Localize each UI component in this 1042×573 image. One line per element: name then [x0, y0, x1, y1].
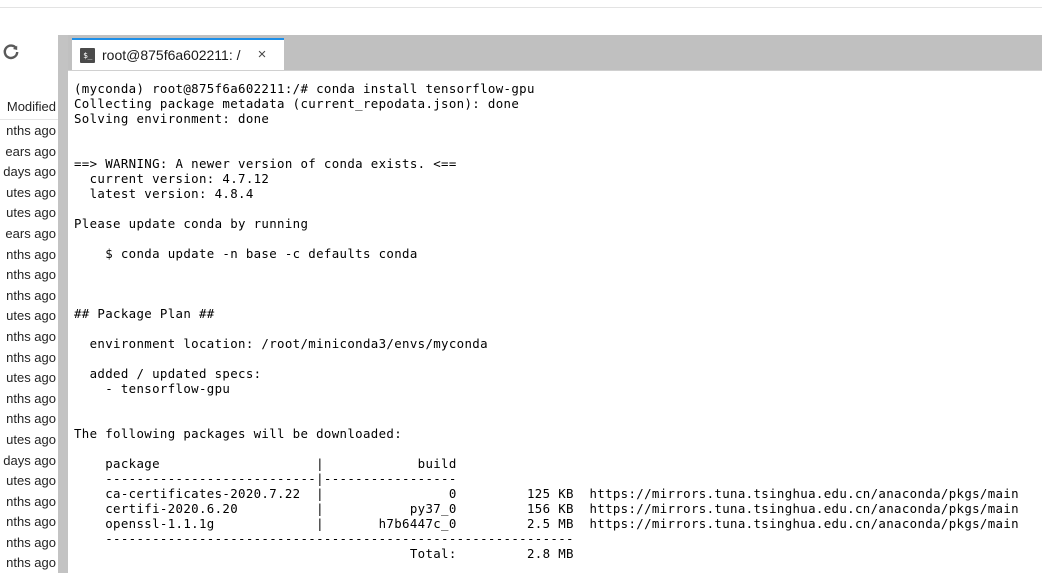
panel-scrollbar[interactable]: [58, 35, 68, 573]
file-list-item[interactable]: nths ago: [0, 288, 58, 309]
file-modified-time: nths ago: [6, 555, 56, 571]
file-modified-time: utes ago: [6, 473, 56, 489]
top-divider: [0, 7, 1042, 8]
file-modified-time: utes ago: [6, 308, 56, 324]
file-list-item[interactable]: nths ago: [0, 535, 58, 556]
file-list-header[interactable]: Modified: [0, 96, 58, 120]
column-header-modified[interactable]: Modified: [7, 99, 56, 114]
file-list-item[interactable]: utes ago: [0, 473, 58, 494]
file-list-item[interactable]: nths ago: [0, 391, 58, 412]
file-list-item[interactable]: nths ago: [0, 123, 58, 144]
file-list-item[interactable]: days ago: [0, 453, 58, 474]
file-list-item[interactable]: utes ago: [0, 205, 58, 226]
file-modified-time: nths ago: [6, 328, 56, 344]
file-list-item[interactable]: utes ago: [0, 185, 58, 206]
file-modified-time: nths ago: [6, 514, 56, 530]
file-list-item[interactable]: nths ago: [0, 494, 58, 515]
file-modified-time: nths ago: [6, 246, 56, 262]
file-list-item[interactable]: ears ago: [0, 226, 58, 247]
file-list-item[interactable]: days ago: [0, 164, 58, 185]
file-modified-time: days ago: [3, 164, 56, 180]
file-list-item[interactable]: ears ago: [0, 144, 58, 165]
file-modified-time: nths ago: [6, 390, 56, 406]
close-icon[interactable]: ×: [254, 47, 270, 63]
file-list-rows: nths ago ears ago days ago utes ago utes ago…: [0, 123, 58, 573]
file-list-item[interactable]: nths ago: [0, 350, 58, 371]
window-top-chrome: [0, 0, 1042, 35]
file-modified-time: nths ago: [6, 123, 56, 138]
file-modified-time: nths ago: [6, 534, 56, 550]
file-modified-time: nths ago: [6, 493, 56, 509]
file-list-item[interactable]: nths ago: [0, 555, 58, 573]
file-list-item[interactable]: utes ago: [0, 432, 58, 453]
file-modified-time: ears ago: [5, 225, 56, 241]
file-modified-time: nths ago: [6, 287, 56, 303]
file-list-item[interactable]: nths ago: [0, 247, 58, 268]
file-list-item[interactable]: utes ago: [0, 308, 58, 329]
terminal-tab-strip: $_ root@875f6a602211: / ×: [68, 35, 1042, 70]
file-modified-time: nths ago: [6, 267, 56, 283]
file-modified-time: nths ago: [6, 349, 56, 365]
file-list-item[interactable]: nths ago: [0, 329, 58, 350]
file-list-item[interactable]: nths ago: [0, 267, 58, 288]
terminal-output-area[interactable]: (myconda) root@875f6a602211:/# conda ins…: [68, 71, 1042, 573]
file-modified-time: utes ago: [6, 370, 56, 386]
terminal-window: $_ root@875f6a602211: / × (myconda) root…: [68, 35, 1042, 573]
file-modified-time: days ago: [3, 452, 56, 468]
file-modified-time: nths ago: [6, 411, 56, 427]
terminal-tab-active[interactable]: $_ root@875f6a602211: / ×: [72, 38, 284, 70]
terminal-output-text: (myconda) root@875f6a602211:/# conda ins…: [74, 81, 1019, 561]
file-modified-time: utes ago: [6, 184, 56, 200]
file-modified-time: utes ago: [6, 205, 56, 221]
terminal-tab-title: root@875f6a602211: /: [102, 47, 241, 63]
file-list-item[interactable]: nths ago: [0, 411, 58, 432]
file-list-item[interactable]: utes ago: [0, 370, 58, 391]
file-modified-time: ears ago: [5, 143, 56, 159]
file-modified-time: utes ago: [6, 431, 56, 447]
file-browser-toolbar: [0, 35, 58, 97]
file-browser-panel: Modified nths ago ears ago days ago utes ag…: [0, 35, 58, 573]
refresh-icon[interactable]: [2, 43, 20, 61]
file-list-item[interactable]: nths ago: [0, 514, 58, 535]
terminal-icon: $_: [80, 48, 95, 63]
